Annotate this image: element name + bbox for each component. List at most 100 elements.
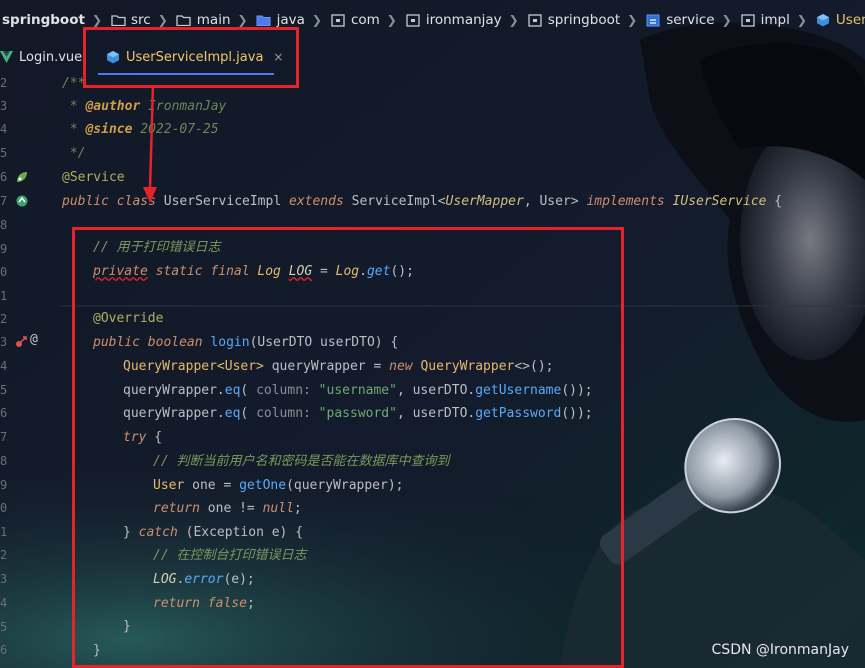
breadcrumb-label: springboot [547,12,621,28]
line-number: 7 [0,194,8,208]
code-line: // 用于打印错误日志 [93,240,221,255]
code-line: queryWrapper.eq( column: "username", use… [123,383,593,398]
breadcrumb-item-springboot[interactable]: springboot [527,12,620,28]
tab-label: UserServiceImpl.java [126,49,264,65]
line-number: 2 [0,76,8,90]
code-line: @Override [93,311,164,326]
tab-userserviceimpl-java[interactable]: UserServiceImpl.java × [98,40,283,75]
source-folder-icon [256,13,272,27]
code-line: LOG.error(e); [153,572,255,587]
line-number: 3 [0,99,8,113]
code-line: User one = getOne(queryWrapper); [153,478,404,493]
code-line: queryWrapper.eq( column: "password", use… [123,406,593,421]
watermark: CSDN @IronmanJay [711,642,849,658]
chevron-right-icon: ❯ [796,13,807,27]
package-icon [527,13,543,27]
line-number: 0 [0,265,8,279]
line-number: 6 [0,170,8,184]
line-number: 4 [0,122,8,136]
tab-label: Login.vue [19,49,83,65]
line-number: 8 [0,218,8,232]
chevron-right-icon: ❯ [91,13,102,27]
code-line: // 在控制台打印错误日志 [153,548,307,563]
breadcrumb-item-service[interactable]: service [645,12,715,28]
spring-bean-icon[interactable] [15,170,29,184]
breadcrumb-item-impl[interactable]: impl [740,12,790,28]
breadcrumb-label: ironmanjay [425,12,502,28]
breadcrumb-item-main[interactable]: main [176,12,231,28]
breadcrumb-item-ironmanjay[interactable]: ironmanjay [405,12,502,28]
line-number: 9 [0,242,8,256]
class-icon [815,13,831,27]
breadcrumb-label: java [276,12,305,28]
implements-interface-icon[interactable] [15,194,29,208]
line-number: 6 [0,643,8,657]
chevron-right-icon: ❯ [311,13,322,27]
code-line: } [123,619,131,634]
line-number: 1 [0,289,8,303]
at-annotation-icon[interactable]: @ [30,332,38,347]
close-tab-icon[interactable]: × [273,50,283,64]
package-icon [645,13,661,27]
chevron-right-icon: ❯ [627,13,638,27]
code-line: QueryWrapper<User> queryWrapper = new Qu… [123,359,554,374]
code-line: try { [123,430,163,445]
line-number: 5 [0,620,8,634]
code-line: public boolean login(UserDTO userDTO) { [93,335,399,350]
active-tab-indicator [98,73,274,75]
chevron-right-icon: ❯ [157,13,168,27]
line-number: 2 [0,312,8,326]
line-number: 4 [0,596,8,610]
breadcrumb-item-com[interactable]: com [330,12,380,28]
package-icon [740,13,756,27]
breadcrumb-label: com [350,12,380,28]
package-icon [405,13,421,27]
code-line: public class UserServiceImpl extends Ser… [62,194,783,209]
breadcrumb-label: main [196,12,231,28]
tab-login-vue[interactable]: Login.vue [0,40,82,74]
override-method-icon[interactable] [15,334,29,348]
breadcrumb: springboot ❯ src ❯ main ❯ java ❯ com ❯ i… [0,0,865,40]
line-number: 0 [0,501,8,515]
line-number: 8 [0,454,8,468]
chevron-right-icon: ❯ [721,13,732,27]
folder-icon [176,13,192,27]
code-line: return false; [153,596,255,611]
code-line: /** [62,76,86,91]
breadcrumb-item-java[interactable]: java [256,12,305,28]
folder-icon [110,13,126,27]
code-line: */ [62,146,86,161]
line-number: 5 [0,383,8,397]
line-number: 3 [0,572,8,586]
chevron-right-icon: ❯ [508,13,519,27]
code-line: private static final Log LOG = Log.get()… [93,264,414,279]
chevron-right-icon: ❯ [386,13,397,27]
breadcrumb-label: src [131,12,151,28]
breadcrumb-item-project[interactable]: springboot [2,12,85,28]
breadcrumb-item-userserviceimpl[interactable]: UserServiceImpl [815,12,865,28]
annotation-arrow [143,85,157,203]
package-icon [330,13,346,27]
breadcrumb-label: impl [760,12,790,28]
line-number: 6 [0,406,8,420]
line-number: 2 [0,548,8,562]
breadcrumb-label: springboot [2,12,85,28]
class-icon [106,50,120,64]
vue-icon [0,51,13,63]
line-number: 1 [0,525,8,539]
line-number: 3 [0,335,8,349]
breadcrumb-label: service [666,12,715,28]
line-number: 7 [0,430,8,444]
chevron-right-icon: ❯ [237,13,248,27]
code-line: } catch (Exception e) { [123,525,304,540]
line-number: 4 [0,359,8,373]
line-number: 9 [0,478,8,492]
code-line: // 判断当前用户名和密码是否能在数据库中查询到 [153,454,450,469]
code-line: return one != null; [153,501,302,516]
breadcrumb-item-src[interactable]: src [110,12,151,28]
code-line: @Service [62,170,125,185]
breadcrumb-label: UserServiceImpl [835,12,865,28]
code-line: } [93,643,101,658]
line-number: 5 [0,146,8,160]
editor-tab-bar: Login.vue UserServiceImpl.java × [0,40,865,75]
